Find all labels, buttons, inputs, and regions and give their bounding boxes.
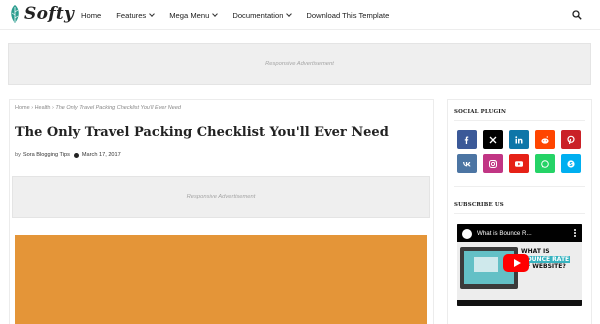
facebook-button[interactable] bbox=[457, 130, 477, 149]
post-meta-by: by bbox=[15, 152, 21, 158]
advertisement-label: Responsive Advertisement bbox=[265, 61, 334, 67]
main-nav: Home Features Mega Menu Documentation Do… bbox=[81, 0, 404, 30]
widget-divider bbox=[454, 213, 585, 214]
nav-documentation[interactable]: Documentation bbox=[232, 10, 293, 20]
breadcrumb-current: The Only Travel Packing Checklist You'll… bbox=[55, 105, 181, 111]
nav-home[interactable]: Home bbox=[81, 11, 101, 20]
widget-divider bbox=[454, 120, 585, 121]
nav-mega-menu-label: Mega Menu bbox=[169, 10, 210, 20]
youtube-icon bbox=[515, 160, 523, 167]
breadcrumb-separator: › bbox=[52, 105, 54, 111]
social-plugin-title: SOCIAL PLUGIN bbox=[454, 109, 507, 115]
video-title[interactable]: What is Bounce R... bbox=[477, 230, 532, 237]
breadcrumb-separator: › bbox=[31, 105, 34, 111]
vk-button[interactable] bbox=[457, 154, 477, 173]
skype-button[interactable] bbox=[561, 154, 581, 173]
subscribe-title: SUBSCRIBE US bbox=[454, 202, 504, 208]
facebook-icon bbox=[464, 136, 469, 144]
video-title-bar: What is Bounce R... bbox=[457, 224, 582, 242]
social-buttons bbox=[457, 130, 582, 173]
logo-text: Softy bbox=[24, 4, 75, 24]
post-meta: by Sora Blogging Tips March 17, 2017 bbox=[15, 152, 121, 158]
youtube-video-embed[interactable]: WHAT IS BOUNCE RATE OF WEBSITE? What is … bbox=[457, 224, 582, 306]
nav-features-label: Features bbox=[116, 10, 147, 20]
sidebar: SOCIAL PLUGIN SUBSCRIBE US WHAT IS BOUNC… bbox=[447, 99, 592, 324]
x-button[interactable] bbox=[483, 130, 503, 149]
vk-icon bbox=[463, 161, 471, 166]
x-icon bbox=[489, 136, 497, 143]
site-logo[interactable]: Softy bbox=[8, 2, 74, 26]
instagram-icon bbox=[489, 159, 497, 168]
video-bottom-bar bbox=[457, 300, 582, 306]
reddit-icon bbox=[541, 135, 549, 144]
whatsapp-button[interactable] bbox=[535, 154, 555, 173]
video-text-line-1: WHAT IS bbox=[521, 248, 550, 255]
post-date: March 17, 2017 bbox=[81, 152, 121, 158]
linkedin-button[interactable] bbox=[509, 130, 529, 149]
site-header: Softy Home Features Mega Menu Documentat… bbox=[0, 0, 600, 30]
post-hero-image bbox=[15, 235, 427, 324]
clock-icon bbox=[73, 152, 79, 158]
post-card: Home › Health › The Only Travel Packing … bbox=[9, 99, 434, 324]
linkedin-icon bbox=[515, 135, 523, 143]
breadcrumb-category[interactable]: Health bbox=[35, 105, 51, 111]
play-button[interactable] bbox=[503, 254, 529, 272]
video-thumbnail: WHAT IS BOUNCE RATE OF WEBSITE? bbox=[457, 242, 582, 306]
youtube-button[interactable] bbox=[509, 154, 529, 173]
channel-avatar[interactable] bbox=[462, 229, 472, 239]
instagram-button[interactable] bbox=[483, 154, 503, 173]
top-advertisement[interactable]: Responsive Advertisement bbox=[8, 43, 591, 85]
chevron-down-icon bbox=[149, 11, 156, 17]
skype-icon bbox=[567, 159, 575, 168]
more-options-icon[interactable] bbox=[574, 229, 576, 237]
post-title: The Only Travel Packing Checklist You'll… bbox=[15, 125, 389, 140]
nav-home-label: Home bbox=[81, 10, 102, 20]
chevron-down-icon bbox=[286, 11, 293, 17]
inline-advertisement[interactable]: Responsive Advertisement bbox=[12, 176, 430, 218]
pinterest-button[interactable] bbox=[561, 130, 581, 149]
nav-features[interactable]: Features bbox=[116, 10, 156, 20]
nav-download-template[interactable]: Download This Template bbox=[306, 11, 389, 20]
chevron-down-icon bbox=[212, 11, 219, 17]
pinterest-icon bbox=[567, 135, 575, 144]
search-icon[interactable] bbox=[572, 10, 582, 20]
leaf-icon bbox=[11, 5, 19, 23]
whatsapp-icon bbox=[541, 159, 549, 168]
nav-download-template-label: Download This Template bbox=[306, 10, 390, 20]
widget-divider bbox=[454, 186, 585, 187]
breadcrumb-home[interactable]: Home bbox=[15, 105, 30, 111]
post-author[interactable]: Sora Blogging Tips bbox=[23, 152, 70, 158]
reddit-button[interactable] bbox=[535, 130, 555, 149]
nav-documentation-label: Documentation bbox=[232, 10, 284, 20]
play-icon bbox=[513, 259, 521, 267]
video-monitor-window bbox=[474, 257, 498, 272]
breadcrumb: Home › Health › The Only Travel Packing … bbox=[15, 105, 181, 111]
nav-mega-menu[interactable]: Mega Menu bbox=[169, 10, 219, 20]
advertisement-label: Responsive Advertisement bbox=[186, 194, 256, 200]
